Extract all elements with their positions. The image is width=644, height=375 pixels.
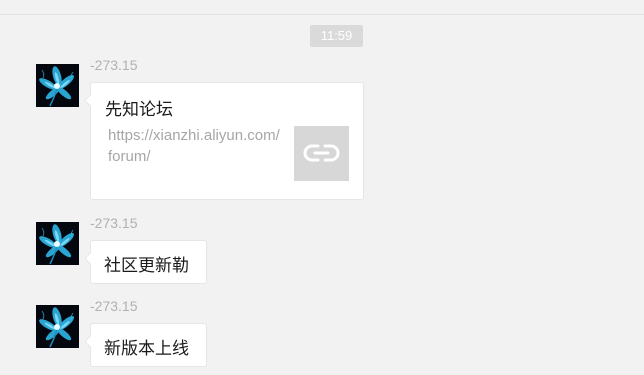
avatar[interactable] xyxy=(36,305,79,348)
link-icon xyxy=(303,144,340,162)
avatar[interactable] xyxy=(36,222,79,265)
message-text: 新版本上线 xyxy=(104,339,189,359)
timestamp-badge: 11:59 xyxy=(310,25,363,47)
blue-flower-avatar-icon xyxy=(36,64,79,107)
sender-name: -273.15 xyxy=(90,57,138,73)
avatar[interactable] xyxy=(36,64,79,107)
sender-name: -273.15 xyxy=(90,215,138,231)
blue-flower-avatar-icon xyxy=(36,222,79,265)
top-divider xyxy=(0,14,644,15)
sender-name: -273.15 xyxy=(90,298,138,314)
link-card-title: 先知论坛 xyxy=(105,100,173,120)
link-card-bubble[interactable]: 先知论坛 https://xianzhi.aliyun.com/forum/ xyxy=(90,82,364,200)
link-card-thumbnail xyxy=(294,126,349,181)
text-message-bubble[interactable]: 社区更新勒 xyxy=(90,240,207,284)
blue-flower-avatar-icon xyxy=(36,305,79,348)
message-text: 社区更新勒 xyxy=(104,256,189,276)
text-message-bubble[interactable]: 新版本上线 xyxy=(90,323,207,367)
link-card-url: https://xianzhi.aliyun.com/forum/ xyxy=(108,127,280,165)
